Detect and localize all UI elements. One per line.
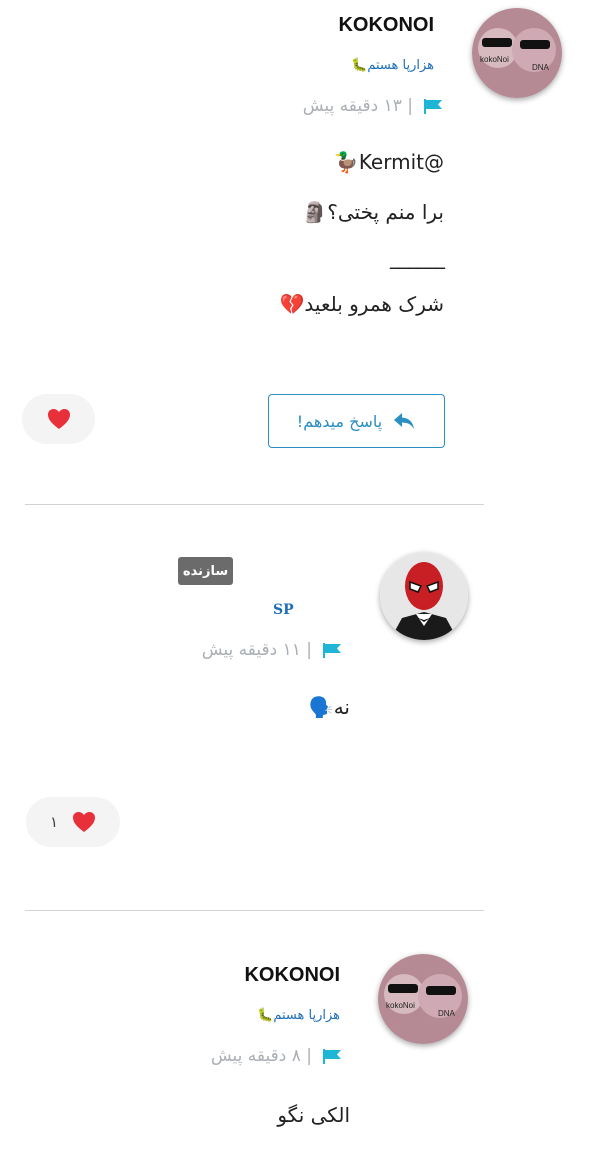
meta-row: | ۱۳ دقیقه پیش [303, 96, 443, 116]
comment-line: @Kermit🦆 [333, 150, 444, 174]
meta-row: | ۸ دقیقه پیش [211, 1046, 342, 1066]
creator-badge: سازنده [178, 557, 233, 585]
like-button[interactable]: ۱ [26, 797, 120, 847]
comment-line: ______ [390, 245, 445, 269]
comment-line: الکی نگو [277, 1103, 350, 1127]
comment-line: شرک همرو بلعید💔 [279, 292, 444, 316]
meta-row: | ۱۱ دقیقه پیش [202, 640, 342, 660]
reply-arrow-icon [394, 413, 415, 429]
flag-icon[interactable] [322, 1048, 342, 1064]
username[interactable]: SP [273, 602, 294, 618]
timestamp: | ۸ دقیقه پیش [210, 1046, 312, 1066]
avatar-text-right: DNA [438, 1009, 456, 1018]
like-count: ۱ [49, 813, 59, 831]
flag-icon[interactable] [423, 98, 443, 114]
avatar[interactable]: kokoNoi DNA [472, 8, 562, 98]
avatar[interactable] [380, 552, 468, 640]
comment-3: kokoNoi DNA KOKONOI هزارپا هستم🐛 | ۸ دقی… [0, 911, 600, 1160]
avatar[interactable]: kokoNoi DNA [378, 954, 468, 1044]
comment-1: kokoNoi DNA KOKONOI هزارپا هستم🐛 | ۱۳ دق… [0, 0, 600, 505]
timestamp: | ۱۳ دقیقه پیش [302, 96, 413, 116]
comment-line: برا منم پختی؟🗿 [302, 200, 444, 224]
username[interactable]: KOKONOI [244, 964, 340, 987]
avatar-text-left: kokoNoi [386, 1001, 415, 1010]
comment-2: سازنده SP | ۱۱ دقیقه پیش نه🗣️ ۱ [0, 505, 600, 910]
avatar-text-right: DNA [532, 63, 550, 72]
user-subtitle: هزارپا هستم🐛 [257, 1008, 340, 1023]
reply-button-label: پاسخ میدهم! [296, 411, 383, 431]
flag-icon[interactable] [322, 642, 342, 658]
comment-line: نه🗣️ [308, 695, 350, 719]
username[interactable]: KOKONOI [338, 14, 434, 37]
timestamp: | ۱۱ دقیقه پیش [201, 640, 312, 660]
user-subtitle: هزارپا هستم🐛 [351, 58, 434, 73]
reply-button[interactable]: پاسخ میدهم! [268, 394, 445, 448]
heart-icon [73, 812, 96, 832]
avatar-text-left: kokoNoi [480, 55, 509, 64]
like-button[interactable] [22, 394, 95, 444]
heart-icon [47, 409, 70, 429]
